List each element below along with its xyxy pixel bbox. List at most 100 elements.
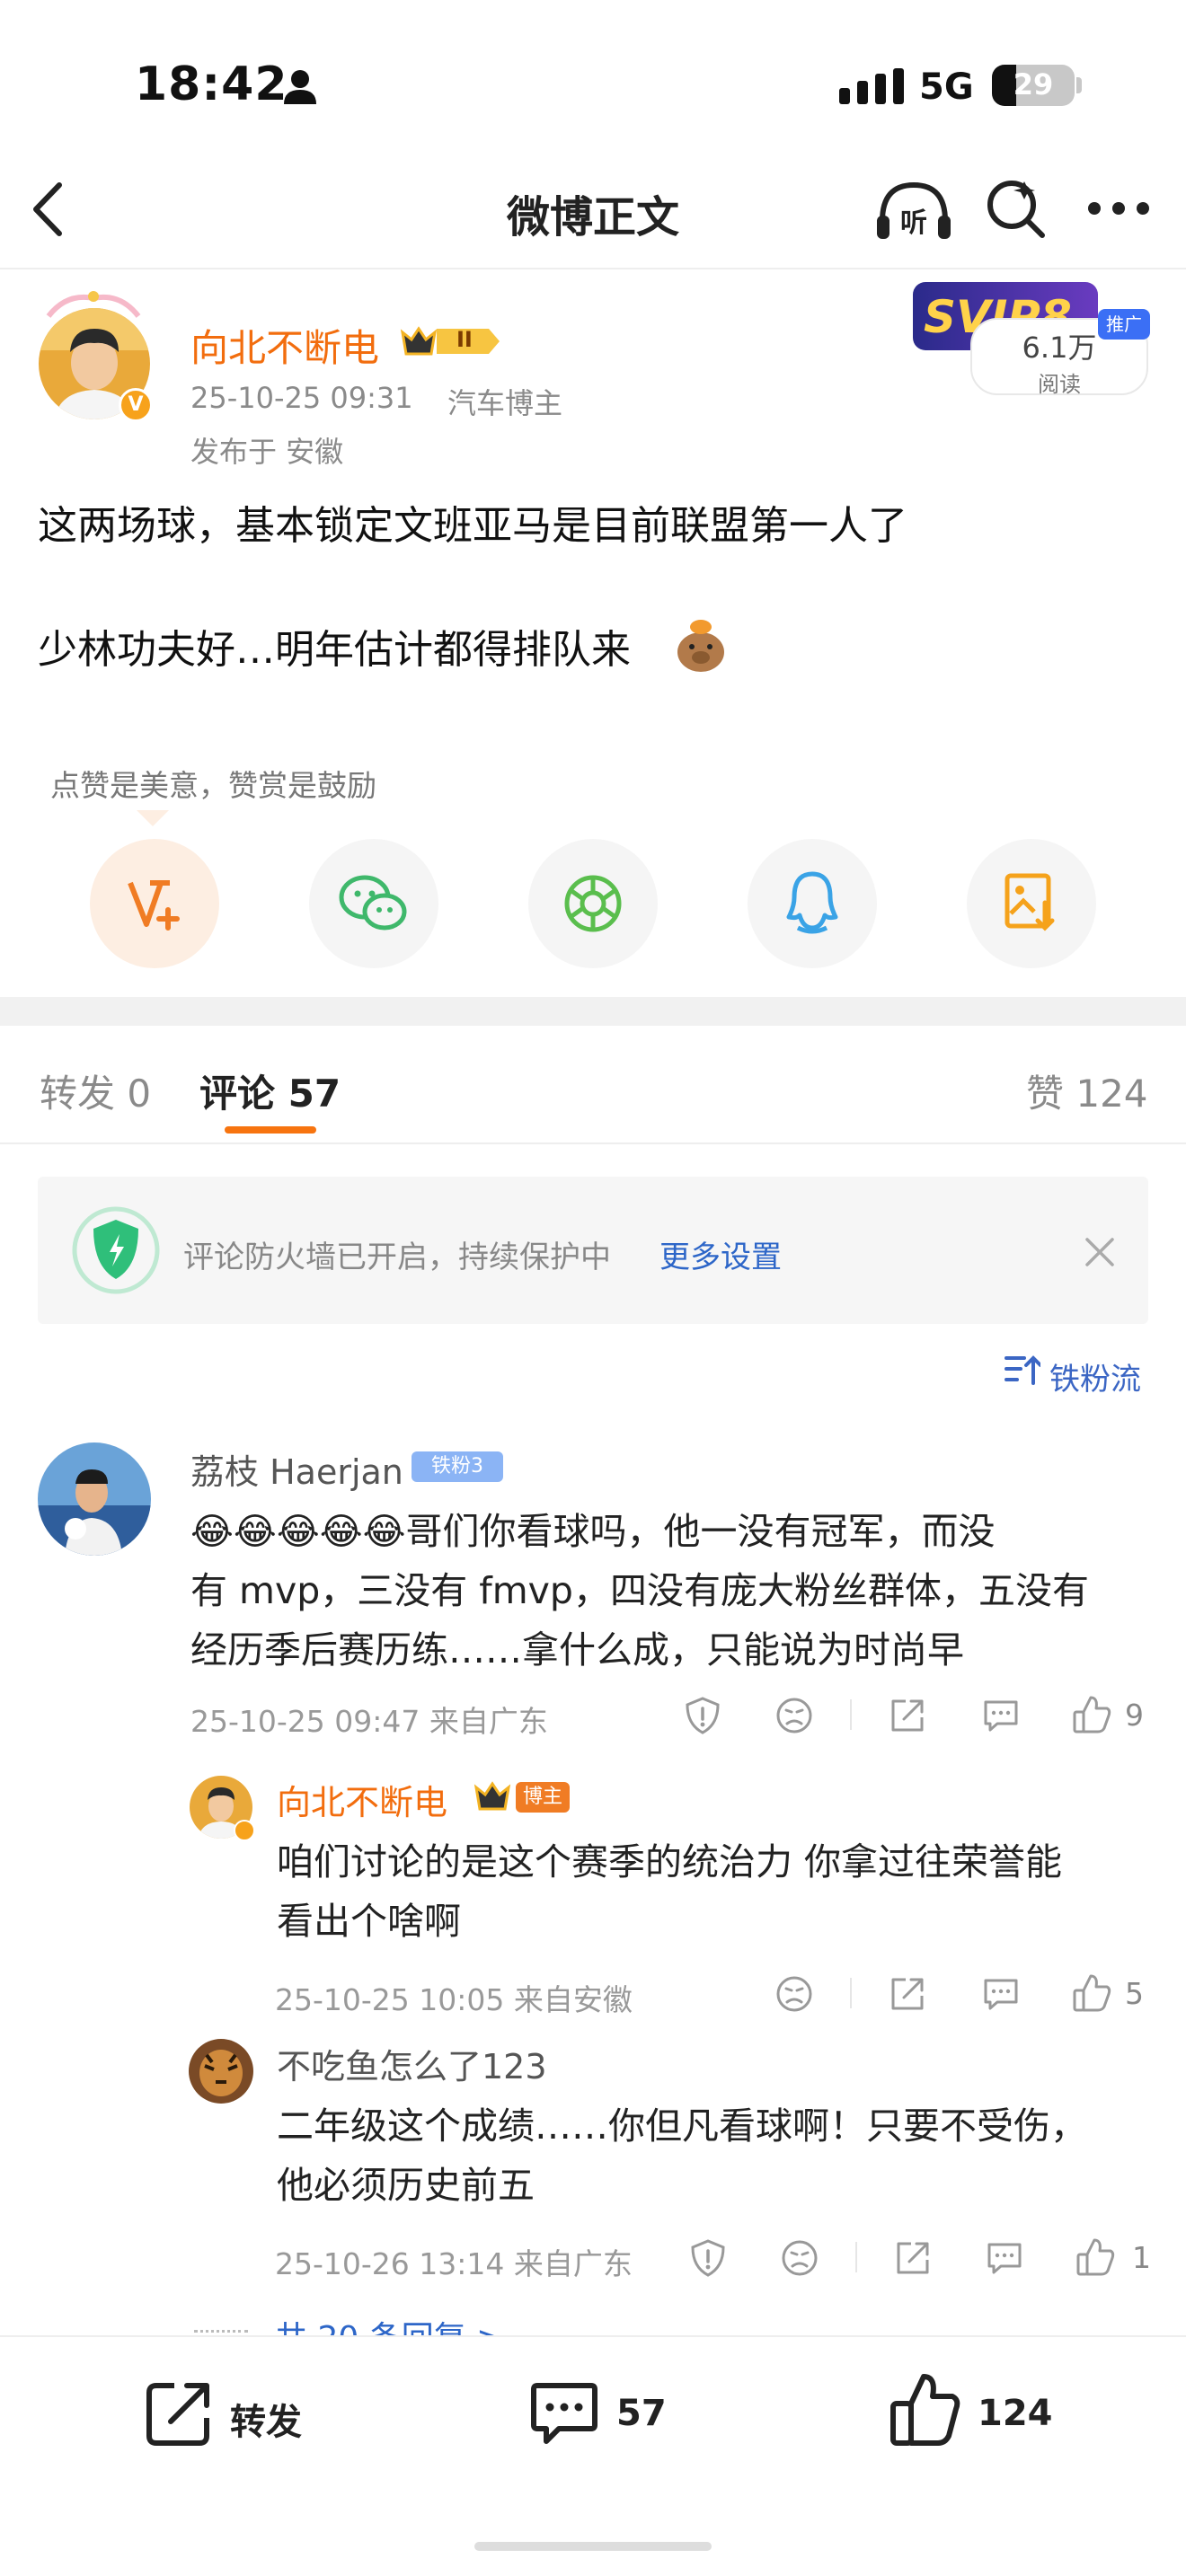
repost-icon[interactable] [144,2377,216,2448]
moments-icon [564,875,622,932]
dislike-face-icon[interactable] [774,1974,814,2014]
save-image-icon [1005,873,1055,931]
reply-text-line-1: 咱们讨论的是这个赛季的统治力 你拿过往荣誉能 [277,1840,1063,1883]
listen-headphones-icon[interactable]: 听 [875,176,952,244]
share-moments-button[interactable] [528,839,658,968]
rank-badge: II [399,323,503,359]
share-icon[interactable] [888,1974,927,2014]
bottom-action-bar [0,2335,1186,2576]
like-icon[interactable] [1075,2236,1116,2278]
dislike-face-icon[interactable] [780,2238,819,2278]
commenter-avatar[interactable] [38,1442,151,1556]
reply-text-line-1: 二年级这个成绩……你但凡看球啊！只要不受伤， [277,2104,1087,2148]
blogger-badge-text: 博主 [516,1782,570,1813]
comment-text-line-1: 😂😂😂😂😂哥们你看球吗，他一没有冠军，而没 [190,1510,996,1553]
like-icon[interactable] [1071,1694,1112,1735]
tab-repost[interactable]: 转发 0 [40,1063,151,1118]
sort-icon [1005,1355,1040,1385]
tab-comments[interactable]: 评论 57 [199,1063,341,1118]
comment-text-line-2: 有 mvp，三没有 fmvp，四没有庞大粉丝群体，五没有 [190,1569,1089,1612]
like-icon[interactable] [1071,1972,1112,2014]
read-label: 阅读 [1038,372,1081,397]
share-icon[interactable] [893,2238,933,2278]
author-tag: 汽车博主 [447,386,563,420]
signal-icon [839,68,904,104]
tabs-divider [0,1142,1186,1144]
author-avatar[interactable]: V [36,305,153,422]
save-image-button[interactable] [967,839,1096,968]
reply-author-avatar[interactable] [189,1775,255,1841]
reply-icon[interactable] [981,1696,1021,1735]
rank-badge-text: II [456,327,473,352]
blogger-badge: 博主 [473,1780,571,1813]
reward-hint: 点赞是美意，赞赏是鼓励 [50,768,376,803]
reply-user-avatar[interactable] [189,2039,253,2104]
svg-text:听: 听 [900,207,927,239]
action-separator [855,2242,857,2272]
comment-author-name[interactable]: 荔枝 Haerjan [190,1444,403,1494]
tab-likes[interactable]: 赞 124 [1026,1063,1148,1118]
comment-icon[interactable] [528,2377,600,2448]
reply-author-name[interactable]: 向北不断电 [277,1775,447,1824]
battery-cap [1076,77,1082,93]
reward-v-plus-icon [128,880,180,931]
reply-like-count: 1 [1132,2240,1151,2275]
tab-active-indicator [225,1126,316,1134]
nav-divider [0,268,1186,269]
reply-text-line-2: 看出个啥啊 [277,1900,461,1943]
shield-icon [72,1206,160,1294]
share-icon[interactable] [888,1696,927,1735]
search-icon[interactable] [983,176,1048,241]
battery-indicator: 29 [992,65,1075,106]
home-indicator [474,2542,712,2551]
post-text-line-1: 这两场球，基本锁定文班亚马是目前联盟第一人了 [38,503,907,549]
reply-text-line-2: 他必须历史前五 [277,2164,535,2207]
reply-icon[interactable] [981,1974,1021,2014]
author-name[interactable]: 向北不断电 [190,318,379,373]
firewall-settings-link[interactable]: 更多设置 [659,1232,782,1276]
close-icon[interactable] [1084,1236,1116,1268]
bottom-like-count[interactable]: 124 [978,2393,1053,2434]
capybara-emoji-icon [677,620,724,672]
action-separator [850,1699,852,1730]
firewall-text: 评论防火墙已开启，持续保护中 [183,1239,611,1275]
promo-tag: 推广 [1098,309,1150,340]
reply-meta: 25-10-25 10:05 来自安徽 [275,1982,633,2017]
like-thumb-icon[interactable] [888,2371,963,2448]
person-focus-icon [284,70,316,104]
network-type: 5G [919,66,974,108]
report-icon[interactable] [688,2238,728,2278]
section-separator [0,997,1186,1026]
post-text-line-2: 少林功夫好…明年估计都得排队来 [38,627,631,673]
tooltip-arrow-icon [137,810,169,826]
qq-icon [786,871,838,934]
more-options-icon[interactable] [1087,199,1150,217]
share-qq-button[interactable] [748,839,877,968]
reply-like-count: 5 [1125,1976,1144,2011]
dislike-face-icon[interactable] [774,1696,814,1735]
reply-meta: 25-10-26 13:14 来自广东 [275,2246,633,2281]
comment-meta: 25-10-25 09:47 来自广东 [190,1704,548,1739]
action-separator [850,1978,852,2008]
verified-badge-icon [234,1820,255,1841]
share-wechat-button[interactable] [309,839,438,968]
bottom-comment-count[interactable]: 57 [616,2393,667,2434]
iron-fan-badge-text: 铁粉3 [431,1455,483,1478]
iron-fan-badge: 铁粉3 [412,1451,503,1482]
report-icon[interactable] [683,1696,722,1735]
comment-text-line-3: 经历季后赛历练……拿什么成，只能说为时尚早 [190,1628,964,1672]
reply-user-name[interactable]: 不吃鱼怎么了123 [277,2039,547,2088]
avatar-crown-decoration-icon [46,291,141,318]
verified-badge-icon: V [119,388,153,422]
sort-iron-fans-button[interactable]: 铁粉流 [1049,1354,1141,1398]
post-time: 25-10-25 09:31 [190,381,413,415]
replies-dots [194,2330,248,2333]
status-time: 18:42 [135,57,288,111]
bottom-repost-label[interactable]: 转发 [230,2393,302,2445]
comment-like-count: 9 [1125,1698,1144,1733]
reply-icon[interactable] [985,2238,1024,2278]
wechat-icon [339,875,407,931]
battery-percent: 29 [1013,67,1054,101]
post-location: 发布于 安徽 [190,435,344,469]
reward-button[interactable] [90,839,219,968]
